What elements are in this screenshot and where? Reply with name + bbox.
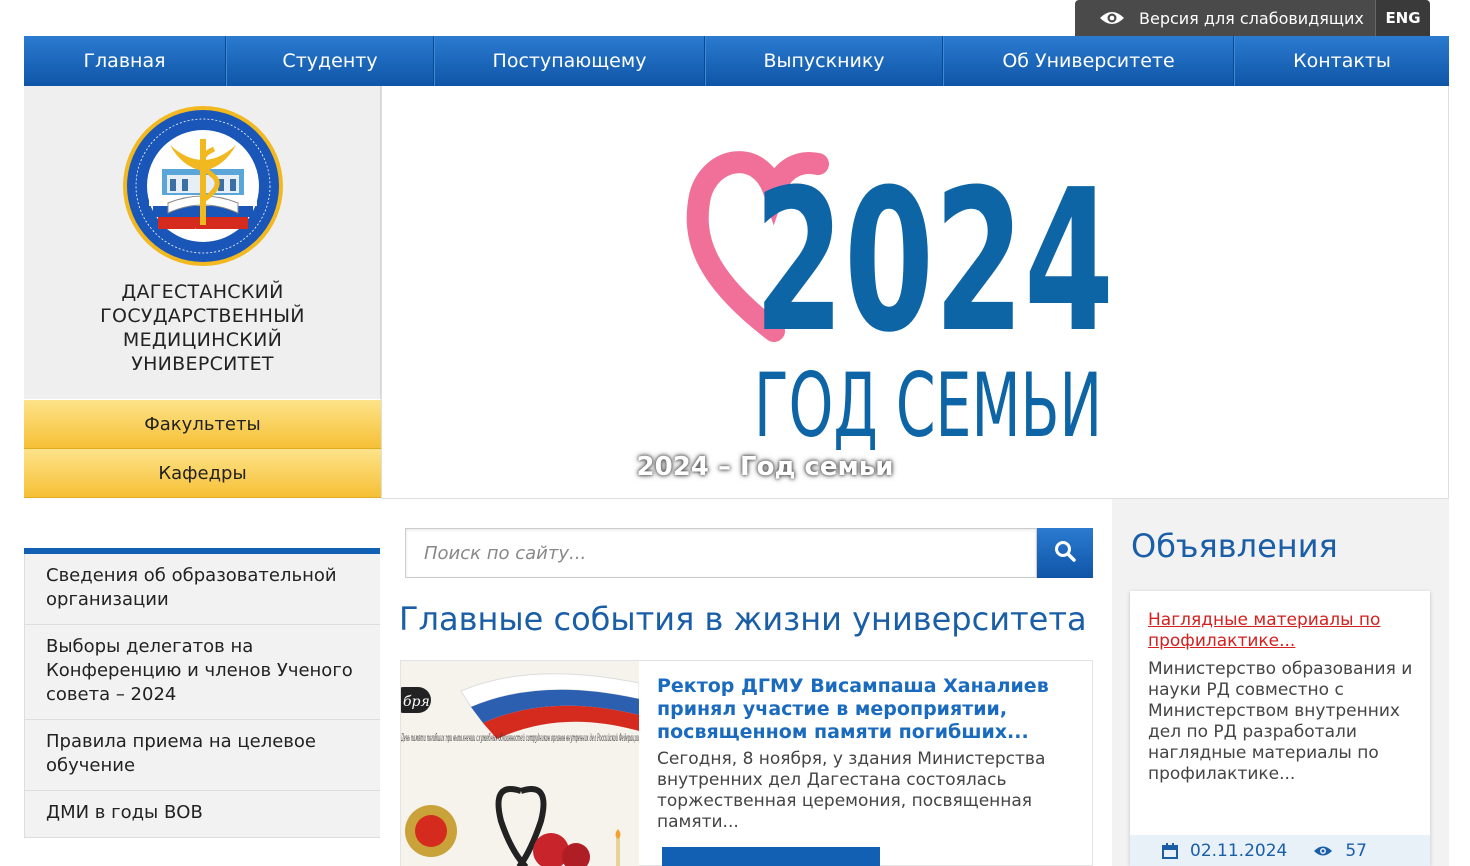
announcements-title: Объявления [1131, 527, 1338, 565]
announcement-excerpt: Министерство образования и науки РД совм… [1148, 659, 1413, 784]
announcement-meta: 02.11.2024 57 [1130, 835, 1430, 866]
faculties-button[interactable]: Факультеты [24, 400, 381, 449]
news-title-link[interactable]: Ректор ДГМУ Висампаша Ханалиев принял уч… [657, 675, 1077, 744]
banner-subtitle: ГОД СЕМЬИ [754, 354, 1102, 457]
main-nav: Главная Студенту Поступающему Выпускнику… [24, 36, 1449, 86]
nav-item-graduate[interactable]: Выпускнику [705, 36, 943, 86]
news-image[interactable]: бря День памяти погибших при выполнении … [401, 661, 639, 866]
views-icon [1313, 845, 1333, 857]
university-logo-panel[interactable]: 1932 ДАГЕСТАНСКИЙ ГОСУДАРСТВЕННЫЙ МЕДИЦИ… [24, 86, 381, 399]
events-section-title: Главные события в жизни университета [399, 600, 1087, 638]
university-name: ДАГЕСТАНСКИЙ ГОСУДАРСТВЕННЫЙ МЕДИЦИНСКИЙ… [24, 280, 381, 376]
announcement-card[interactable]: Наглядные материалы по профилактике... М… [1130, 591, 1430, 866]
announcement-title-link[interactable]: Наглядные материалы по профилактике... [1148, 610, 1418, 652]
accessibility-version-button[interactable]: Версия для слабовидящих [1075, 0, 1375, 36]
side-menu-item[interactable]: Правила приема на целевое обучение [25, 720, 380, 791]
top-access-bar: Версия для слабовидящих ENG [1075, 0, 1430, 36]
news-excerpt: Сегодня, 8 ноября, у здания Министерства… [657, 749, 1046, 832]
university-name-line: ГОСУДАРСТВЕННЫЙ [100, 305, 305, 327]
svg-text:1932: 1932 [193, 228, 213, 237]
search-input[interactable]: Поиск по сайту... [405, 528, 1037, 578]
university-name-line: МЕДИЦИНСКИЙ [122, 329, 283, 351]
news-card[interactable]: бря День памяти погибших при выполнении … [400, 660, 1093, 866]
announcement-views: 57 [1345, 840, 1367, 861]
university-name-line: ДАГЕСТАНСКИЙ [121, 281, 284, 303]
side-menu-item[interactable]: Сведения об образовательной организации [25, 554, 380, 625]
university-name-line: УНИВЕРСИТЕТ [131, 353, 274, 375]
news-image-caption: День памяти погибших при выполнении служ… [401, 732, 639, 744]
search-button[interactable] [1037, 528, 1093, 578]
nav-item-contacts[interactable]: Контакты [1234, 36, 1449, 86]
nav-item-home[interactable]: Главная [24, 36, 226, 86]
side-menu: Сведения об образовательной организации … [24, 554, 380, 838]
accessibility-label: Версия для слабовидящих [1139, 8, 1364, 28]
nav-item-about[interactable]: Об Университете [943, 36, 1234, 86]
hero-banner[interactable]: 2024 ГОД СЕМЬИ [381, 86, 1449, 499]
nav-item-applicant[interactable]: Поступающему [434, 36, 705, 86]
university-emblem-logo: 1932 [122, 105, 284, 267]
side-menu-item[interactable]: ДМИ в годы ВОВ [25, 791, 380, 838]
search-icon [1054, 540, 1076, 566]
banner-year: 2024 [754, 148, 1114, 376]
svg-text:бря: бря [403, 694, 430, 710]
nav-item-student[interactable]: Студенту [226, 36, 434, 86]
news-read-more-button[interactable] [662, 847, 880, 866]
language-switch-button[interactable]: ENG [1375, 0, 1430, 36]
side-menu-item[interactable]: Выборы делегатов на Конференцию и членов… [25, 625, 380, 720]
announcement-date: 02.11.2024 [1190, 840, 1288, 861]
banner-caption: 2024 – Год семьи [636, 452, 894, 482]
year-of-family-graphic: 2024 ГОД СЕМЬИ [686, 148, 1114, 457]
calendar-icon [1162, 842, 1178, 859]
eye-icon [1099, 10, 1125, 26]
